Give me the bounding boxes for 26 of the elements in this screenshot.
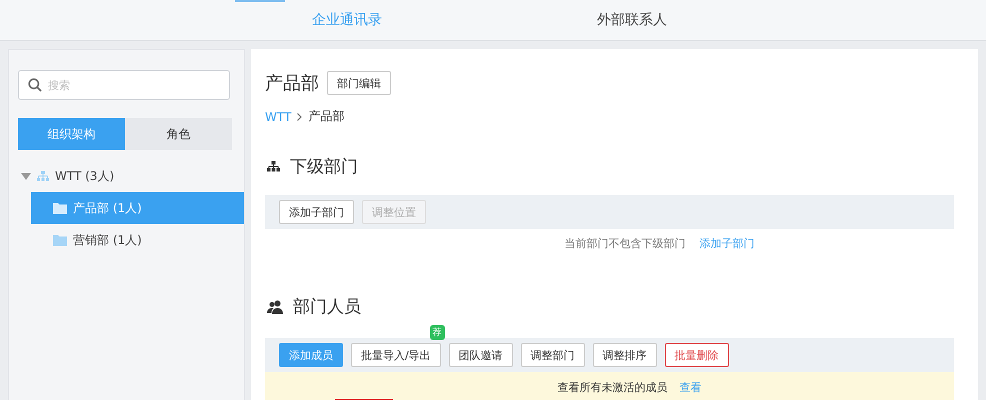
people-icon xyxy=(267,300,283,314)
toolbar-button[interactable]: 调整部门 xyxy=(520,343,585,367)
notice-text: 查看所有未激活的成员 xyxy=(558,380,668,394)
empty-message: 当前部门不包含下级部门 xyxy=(564,236,686,251)
section-heading: 部门人员 xyxy=(293,296,361,318)
folder-icon xyxy=(53,202,67,214)
toolbar-button[interactable]: 添加子部门 xyxy=(279,200,354,224)
tree-item[interactable]: WTT (3人) xyxy=(18,160,244,192)
search-field[interactable]: 搜索 xyxy=(18,70,230,100)
org-chart-icon xyxy=(267,161,280,172)
chevron-icon xyxy=(297,112,302,120)
edit-department-button[interactable]: 部门编辑 xyxy=(327,71,391,95)
breadcrumb-current: 产品部 xyxy=(308,108,344,125)
toolbar-button[interactable]: 调整排序 xyxy=(592,343,657,367)
tree-item[interactable]: 营销部 (1人) xyxy=(31,224,244,256)
folder-icon xyxy=(53,234,67,246)
org-chart-icon xyxy=(37,170,49,182)
tab[interactable]: 角色 xyxy=(125,118,232,150)
recommend-badge: 荐 xyxy=(430,325,445,340)
toolbar-button[interactable]: 批量删除 xyxy=(664,343,729,367)
department-title: 产品部 xyxy=(265,72,319,95)
section-heading: 下级部门 xyxy=(290,156,358,178)
caret-icon xyxy=(21,172,31,180)
tab[interactable]: 外部联系人 xyxy=(597,11,667,29)
toolbar-button[interactable]: 团队邀请 xyxy=(448,343,513,367)
toolbar-button[interactable]: 批量导入/导出 xyxy=(351,343,441,367)
